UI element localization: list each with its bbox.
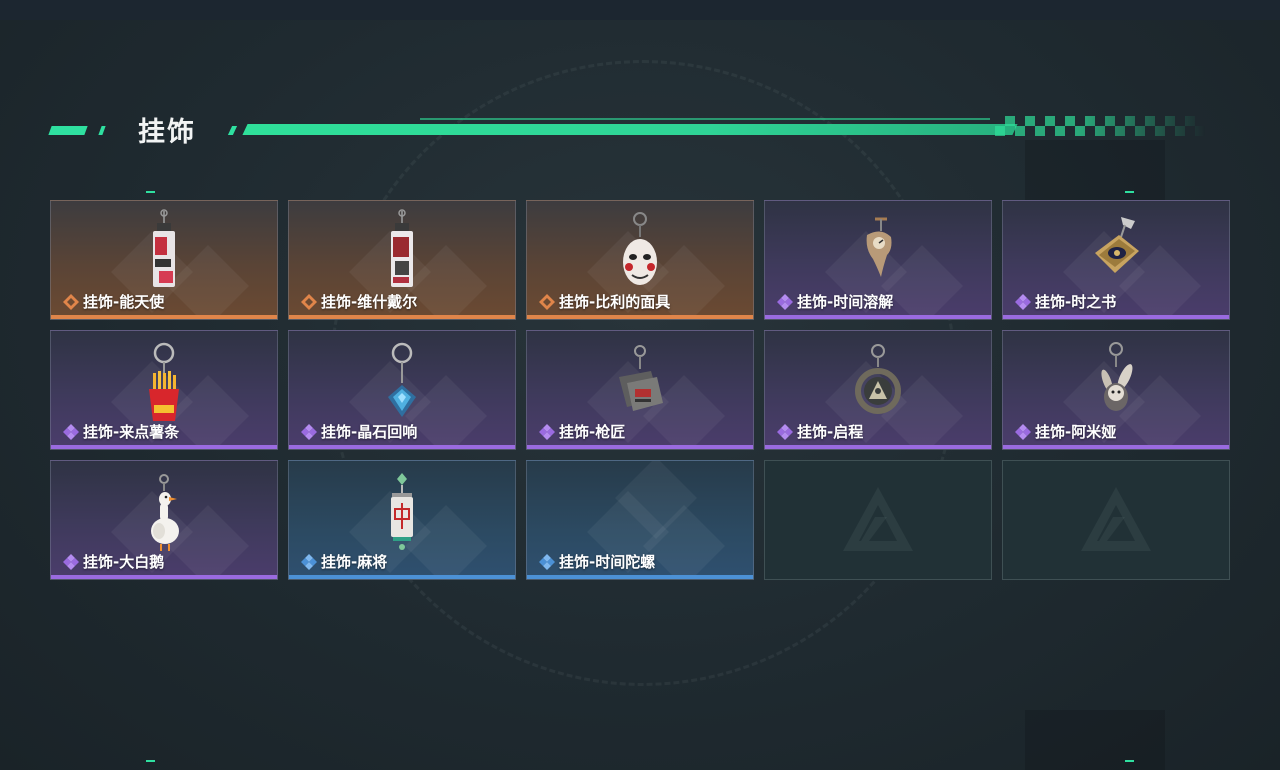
charm-card[interactable]: 挂饰-大白鹅 bbox=[50, 460, 278, 580]
rarity-blue-icon bbox=[539, 554, 555, 570]
empty-slot[interactable] bbox=[1002, 460, 1230, 580]
rarity-purple-icon bbox=[777, 294, 793, 310]
charm-label: 挂饰-来点薯条 bbox=[83, 423, 180, 441]
rarity-purple-icon bbox=[63, 554, 79, 570]
charm-card[interactable]: 挂饰-晶石回响 bbox=[288, 330, 516, 450]
crystal-keychain-icon bbox=[388, 342, 416, 417]
rarity-orange-icon bbox=[539, 294, 555, 310]
charm-card[interactable]: 挂饰-时之书 bbox=[1002, 200, 1230, 320]
charm-label: 挂饰-枪匠 bbox=[559, 423, 626, 441]
book-of-time-icon bbox=[1095, 217, 1139, 273]
charm-label: 挂饰-时之书 bbox=[1035, 293, 1117, 311]
charm-card[interactable]: 挂饰-能天使 bbox=[50, 200, 278, 320]
rabbit-keychain-icon bbox=[1101, 342, 1133, 411]
rarity-orange-icon bbox=[301, 294, 317, 310]
charm-label: 挂饰-比利的面具 bbox=[559, 293, 671, 311]
corner-mark bbox=[1125, 191, 1134, 193]
charm-label: 挂饰-阿米娅 bbox=[1035, 423, 1117, 441]
rarity-blue-icon bbox=[301, 554, 317, 570]
background-shape bbox=[1025, 140, 1165, 200]
placeholder-logo-icon bbox=[843, 487, 913, 551]
mask-keychain-icon bbox=[623, 212, 657, 285]
rarity-orange-icon bbox=[63, 294, 79, 310]
charm-card[interactable]: 挂饰-来点薯条 bbox=[50, 330, 278, 450]
rarity-purple-icon bbox=[63, 424, 79, 440]
rarity-purple-icon bbox=[1015, 424, 1031, 440]
melting-clock-icon bbox=[866, 217, 892, 277]
rarity-purple-icon bbox=[1015, 294, 1031, 310]
section-title: 挂饰 bbox=[138, 117, 196, 148]
tag-keychain-icon bbox=[391, 209, 413, 287]
charm-card[interactable]: 挂饰-启程 bbox=[764, 330, 992, 450]
header-accent-tick bbox=[227, 126, 238, 135]
placeholder-logo-icon bbox=[1081, 487, 1151, 551]
mahjong-tile-icon bbox=[391, 473, 413, 550]
goose-keychain-icon bbox=[151, 474, 179, 551]
section-header: 挂饰 bbox=[48, 108, 1210, 148]
charm-label: 挂饰-时间陀螺 bbox=[559, 553, 656, 571]
header-accent-bar bbox=[242, 124, 1018, 135]
header-thin-line bbox=[420, 118, 990, 120]
corner-mark bbox=[1125, 760, 1134, 762]
charm-label: 挂饰-晶石回响 bbox=[321, 423, 418, 441]
charm-label: 挂饰-维什戴尔 bbox=[321, 293, 418, 311]
gunsmith-keychain-icon bbox=[619, 345, 663, 411]
charm-card[interactable]: 挂饰-维什戴尔 bbox=[288, 200, 516, 320]
corner-mark bbox=[146, 760, 155, 762]
corner-mark bbox=[146, 191, 155, 193]
header-accent-dash bbox=[98, 126, 106, 135]
header-accent-dash bbox=[48, 126, 88, 135]
charm-card[interactable]: 挂饰-阿米娅 bbox=[1002, 330, 1230, 450]
fries-keychain-icon bbox=[149, 342, 179, 421]
charm-card[interactable]: 挂饰-时间溶解 bbox=[764, 200, 992, 320]
charm-card[interactable]: 挂饰-麻将 bbox=[288, 460, 516, 580]
charm-label: 挂饰-启程 bbox=[797, 423, 864, 441]
rarity-purple-icon bbox=[777, 424, 793, 440]
background-shape bbox=[1025, 710, 1165, 770]
rarity-purple-icon bbox=[539, 424, 555, 440]
top-strip bbox=[0, 0, 1280, 20]
header-checker-pattern bbox=[995, 116, 1205, 136]
rarity-purple-icon bbox=[301, 424, 317, 440]
empty-slot[interactable] bbox=[764, 460, 992, 580]
charm-card[interactable]: 挂饰-比利的面具 bbox=[526, 200, 754, 320]
ring-emblem-icon bbox=[855, 344, 901, 414]
charm-label: 挂饰-能天使 bbox=[83, 293, 165, 311]
charm-card[interactable]: 挂饰-枪匠 bbox=[526, 330, 754, 450]
charm-card[interactable]: 挂饰-时间陀螺 bbox=[526, 460, 754, 580]
tag-keychain-icon bbox=[153, 209, 175, 287]
charm-label: 挂饰-大白鹅 bbox=[83, 553, 165, 571]
charm-label: 挂饰-麻将 bbox=[321, 553, 388, 571]
charm-label: 挂饰-时间溶解 bbox=[797, 293, 894, 311]
